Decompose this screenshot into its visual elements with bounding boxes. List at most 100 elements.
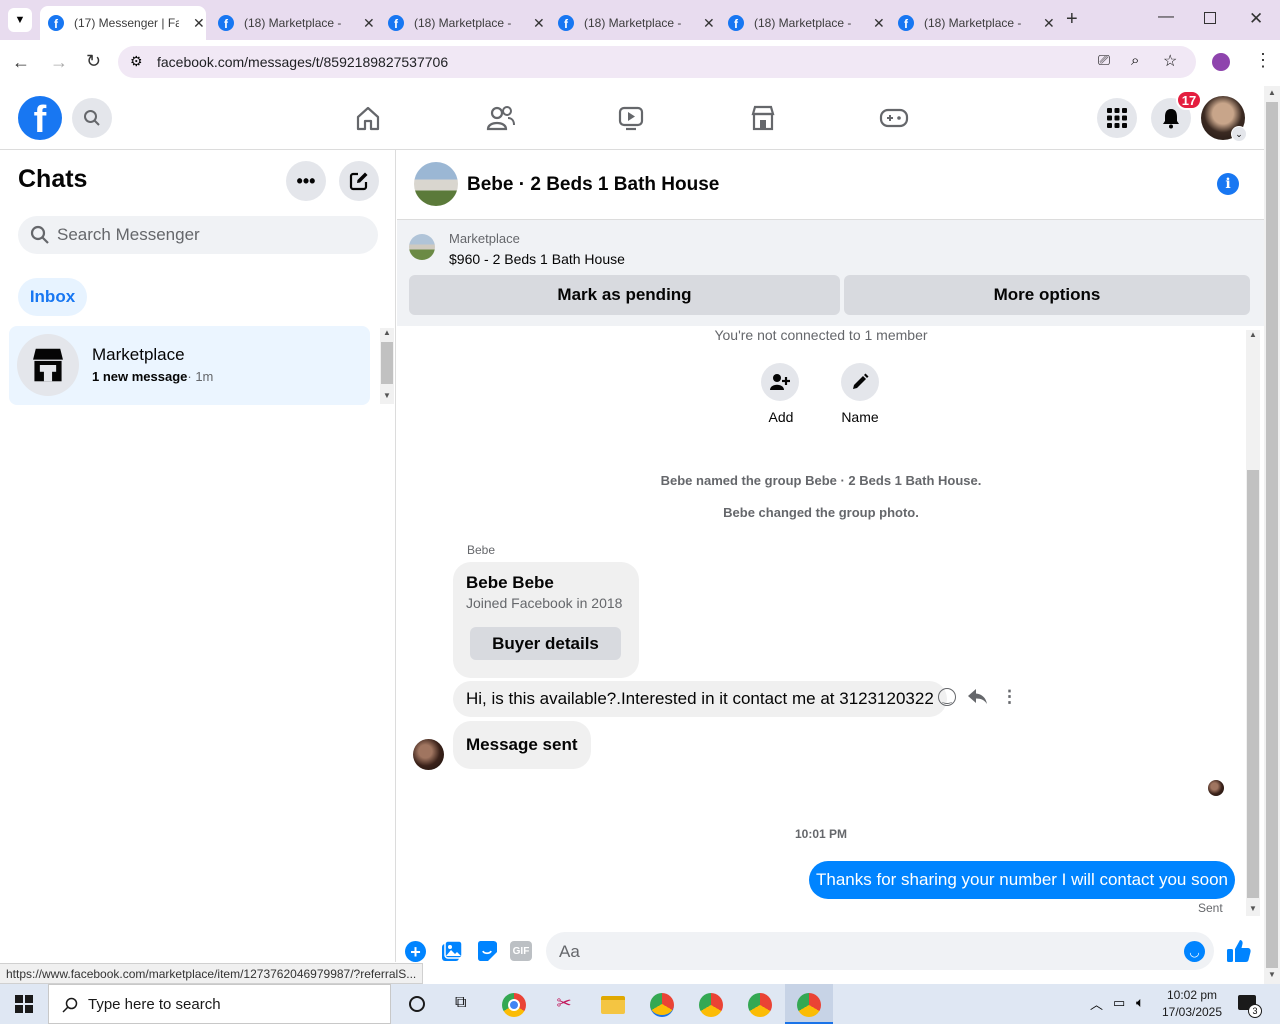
scroll-up-arrow-icon[interactable]: ▲ [383,328,391,337]
buyer-details-button[interactable]: Buyer details [470,627,621,660]
thread-scrollbar[interactable]: ▲ ▼ [1246,330,1260,916]
close-tab-icon[interactable]: ✕ [873,15,885,32]
account-chevron-icon[interactable]: ⌄ [1231,126,1247,142]
task-view-icon[interactable]: ⧉ [455,994,466,1012]
emoji-icon[interactable]: ◡ [1184,941,1205,962]
search-icon [62,997,78,1013]
group-photo[interactable] [414,162,458,206]
file-explorer-icon[interactable] [601,996,625,1014]
chrome-active-icon[interactable] [785,984,833,1024]
page-scrollbar[interactable]: ▲ ▼ [1264,86,1280,984]
friends-icon[interactable] [486,104,516,132]
more-options-button[interactable]: More options [844,275,1250,315]
gif-icon[interactable]: GIF [510,941,532,961]
tab-marketplace[interactable]: f (18) Marketplace - ✕ [210,6,376,40]
tab-marketplace[interactable]: f (18) Marketplace - ✕ [550,6,716,40]
tab-marketplace[interactable]: f (18) Marketplace - ✕ [890,6,1056,40]
tray-chevron-icon[interactable]: ︿ [1090,994,1103,1013]
zoom-icon[interactable]: ⌕ [1131,52,1139,69]
back-icon[interactable]: ← [12,52,30,73]
windows-start-icon[interactable] [15,995,33,1013]
close-tab-icon[interactable]: ✕ [363,15,375,32]
message-more-icon[interactable]: ⋮ [1001,687,1018,707]
taskbar-clock[interactable]: 10:02 pm 17/03/2025 [1160,987,1224,1021]
message-input[interactable]: Aa ◡ [546,932,1214,970]
minimize-icon[interactable]: — [1158,8,1174,26]
close-tab-icon[interactable]: ✕ [703,15,715,32]
listing-thumbnail[interactable] [409,234,435,260]
snipping-tool-icon[interactable]: ✂ [552,993,576,1017]
scroll-up-arrow-icon[interactable]: ▲ [1268,88,1276,97]
close-tab-icon[interactable]: ✕ [1043,15,1055,32]
photo-icon[interactable] [441,940,463,962]
chat-list-item[interactable]: Marketplace 1 new message· 1m [9,326,370,405]
profile-card: Bebe Bebe Joined Facebook in 2018 Buyer … [453,562,639,678]
add-member-action[interactable]: Add [761,363,801,425]
react-emoji-icon[interactable]: ‿ [938,688,956,706]
outgoing-message[interactable]: Thanks for sharing your number I will co… [809,861,1235,899]
inbox-filter[interactable]: Inbox [18,278,87,316]
marketplace-icon[interactable] [749,104,777,132]
url-field[interactable]: ⚙ facebook.com/messages/t/85921898275377… [118,46,1196,78]
bookmark-star-icon[interactable]: ☆ [1163,51,1177,71]
browser-menu-icon[interactable]: ⋮ [1254,50,1272,71]
cortana-icon[interactable] [409,996,425,1012]
listing-summary[interactable]: $960 - 2 Beds 1 Bath House [449,251,625,267]
volume-icon[interactable]: 🔈︎ [1136,994,1144,1011]
chrome-taskbar-icon[interactable] [502,993,526,1017]
search-button[interactable] [72,98,112,138]
scroll-down-arrow-icon[interactable]: ▼ [1249,904,1257,913]
network-icon[interactable]: ▭ [1113,995,1125,1011]
facebook-logo[interactable]: f [18,96,62,140]
new-message-button[interactable] [339,161,379,201]
install-app-icon[interactable]: ⎚ [1098,52,1110,69]
scroll-thumb[interactable] [1266,102,1278,968]
marketplace-avatar [17,334,79,396]
restore-icon[interactable] [1204,12,1216,24]
scroll-thumb[interactable] [1247,470,1259,898]
chrome-profile-2-icon[interactable] [699,993,723,1017]
like-icon[interactable] [1226,938,1252,964]
chat-list-scrollbar[interactable]: ▲ ▼ [380,328,394,404]
listing-source: Marketplace [449,231,520,246]
reload-icon[interactable]: ↻ [86,51,101,72]
incoming-message[interactable]: Message sent [453,721,591,769]
sender-avatar[interactable] [413,739,444,770]
close-tab-icon[interactable]: ✕ [533,15,545,32]
menu-button[interactable] [1097,98,1137,138]
mark-as-pending-button[interactable]: Mark as pending [409,275,840,315]
system-message: Bebe changed the group photo. [723,505,919,520]
chats-title: Chats [18,165,88,193]
profile-icon[interactable] [1212,53,1230,71]
taskbar-search-field[interactable]: Type here to search [48,984,391,1024]
search-messenger-field[interactable]: Search Messenger [18,216,378,254]
taskbar-time: 10:02 pm [1166,988,1218,1002]
system-message: Bebe named the group Bebe · 2 Beds 1 Bat… [660,473,982,488]
gaming-icon[interactable] [879,106,909,130]
chat-options-button[interactable]: ••• [286,161,326,201]
watch-icon[interactable] [617,104,645,132]
tab-marketplace[interactable]: f (18) Marketplace - ✕ [380,6,546,40]
chrome-profile-3-icon[interactable] [748,993,772,1017]
chrome-profile-1-icon[interactable] [650,993,674,1017]
plus-icon[interactable]: + [405,941,426,962]
sticker-icon[interactable] [476,940,498,962]
scroll-thumb[interactable] [381,342,393,384]
info-icon[interactable]: i [1217,173,1239,195]
new-tab-icon[interactable]: + [1066,8,1078,31]
scroll-up-arrow-icon[interactable]: ▲ [1249,330,1257,339]
close-window-icon[interactable]: ✕ [1249,9,1263,29]
tab-messenger[interactable]: f (17) Messenger | Fa ✕ [40,6,206,40]
site-settings-icon[interactable]: ⚙ [130,53,143,70]
close-tab-icon[interactable]: ✕ [193,15,205,32]
scroll-down-arrow-icon[interactable]: ▼ [1268,970,1276,979]
scroll-down-arrow-icon[interactable]: ▼ [383,391,391,400]
home-icon[interactable] [354,104,382,132]
incoming-message[interactable]: Hi, is this available?.Interested in it … [453,681,947,717]
reply-icon[interactable] [968,689,988,705]
forward-icon[interactable]: → [50,52,68,73]
tab-search-icon[interactable]: ▼ [8,8,32,32]
name-group-action[interactable]: Name [837,363,883,425]
conversation-title[interactable]: Bebe · 2 Beds 1 Bath House [467,174,719,196]
tab-marketplace[interactable]: f (18) Marketplace - ✕ [720,6,886,40]
